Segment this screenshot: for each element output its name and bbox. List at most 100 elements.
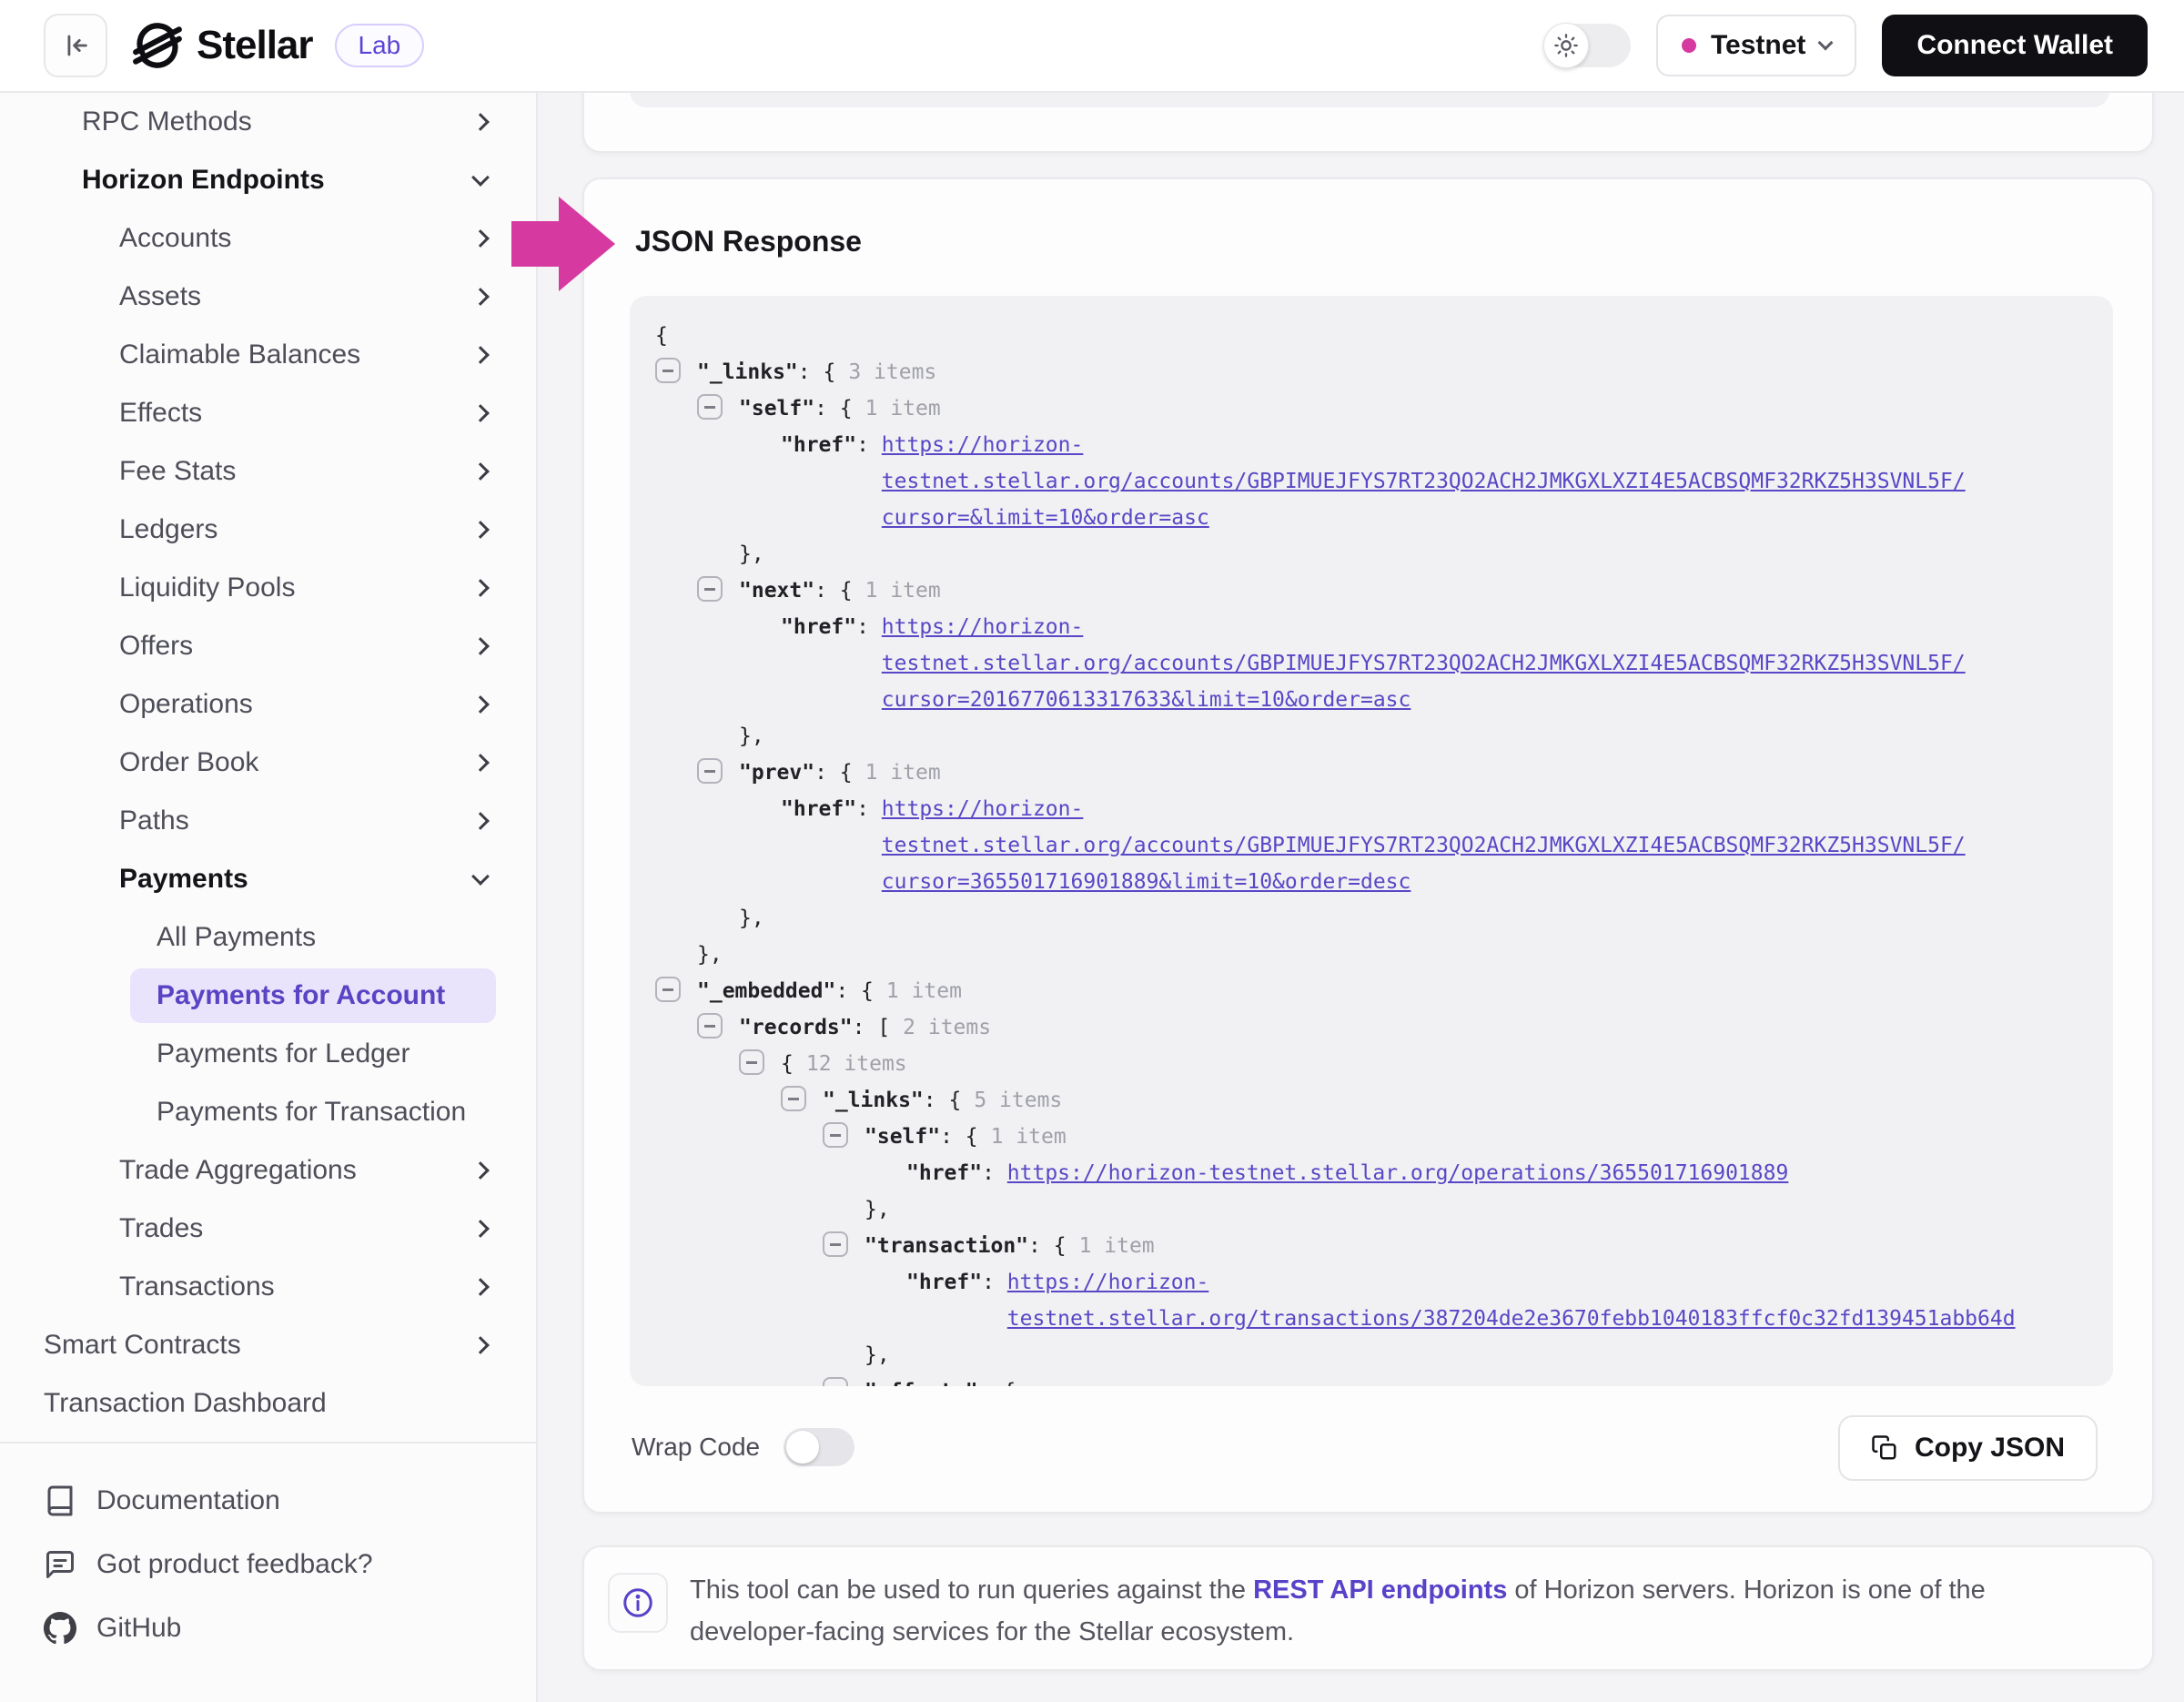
- sidebar-item-paths[interactable]: Paths: [0, 792, 536, 850]
- sidebar-item-trades[interactable]: Trades: [0, 1200, 536, 1258]
- sidebar-item-label: Transactions: [119, 1271, 275, 1302]
- sidebar-item-transaction-dashboard[interactable]: Transaction Dashboard: [0, 1374, 536, 1433]
- json-url-link[interactable]: https://horizon-: [882, 791, 1966, 827]
- collapse-node-icon[interactable]: [655, 358, 681, 383]
- copy-json-label: Copy JSON: [1915, 1433, 2065, 1464]
- chevron-down-icon: [1818, 35, 1834, 51]
- json-row: },: [655, 900, 2113, 937]
- collapse-node-icon[interactable]: [655, 977, 681, 1002]
- sidebar-item-assets[interactable]: Assets: [0, 268, 536, 326]
- collapse-node-icon[interactable]: [697, 394, 723, 420]
- copy-json-button[interactable]: Copy JSON: [1838, 1415, 2098, 1481]
- sidebar-item-trade-aggregations[interactable]: Trade Aggregations: [0, 1141, 536, 1200]
- json-url-link[interactable]: cursor=365501716901889&limit=10&order=de…: [882, 864, 1966, 900]
- brand-name: Stellar: [197, 23, 313, 68]
- json-url-link[interactable]: testnet.stellar.org/transactions/387204d…: [1007, 1301, 2016, 1337]
- theme-toggle[interactable]: [1543, 24, 1631, 67]
- sidebar-item-payments-for-ledger[interactable]: Payments for Ledger: [0, 1025, 536, 1083]
- json-row: "self": {1 item: [655, 1119, 2113, 1155]
- json-punctuation: {: [781, 1052, 794, 1076]
- sidebar-item-payments-for-account[interactable]: Payments for Account: [0, 967, 536, 1025]
- sidebar-item-all-payments[interactable]: All Payments: [0, 908, 536, 967]
- network-label: Testnet: [1711, 30, 1805, 61]
- json-url-link[interactable]: https://horizon-: [1007, 1264, 2016, 1301]
- sidebar-item-label: Smart Contracts: [44, 1330, 241, 1361]
- sidebar-item-liquidity-pools[interactable]: Liquidity Pools: [0, 559, 536, 617]
- network-selector[interactable]: Testnet: [1656, 15, 1856, 76]
- json-punctuation: : [: [853, 1016, 891, 1039]
- sidebar-item-offers[interactable]: Offers: [0, 617, 536, 675]
- json-url-link[interactable]: https://horizon-: [882, 427, 1966, 463]
- collapse-node-icon[interactable]: [823, 1231, 848, 1257]
- json-row: "href": https://horizon-testnet.stellar.…: [655, 427, 2113, 536]
- json-row: "href": https://horizon-testnet.stellar.…: [655, 1155, 2113, 1191]
- connect-wallet-button[interactable]: Connect Wallet: [1882, 15, 2148, 76]
- sidebar: RPC Methods Horizon Endpoints AccountsAsse…: [0, 93, 538, 1702]
- footer-link-got-product-feedback-[interactable]: Got product feedback?: [0, 1533, 536, 1596]
- footer-link-documentation[interactable]: Documentation: [0, 1469, 536, 1533]
- json-key: "href": [781, 609, 856, 718]
- stellar-logo[interactable]: Stellar: [131, 19, 313, 72]
- sidebar-item-order-book[interactable]: Order Book: [0, 734, 536, 792]
- json-punctuation: {: [655, 324, 668, 348]
- theme-toggle-knob: [1543, 23, 1589, 68]
- json-viewer[interactable]: {"_links": {3 items"self": {1 item"href"…: [630, 296, 2113, 1386]
- json-punctuation: },: [739, 542, 764, 566]
- json-row: "_links": {5 items: [655, 1082, 2113, 1119]
- sidebar-item-label: All Payments: [157, 922, 316, 953]
- sidebar-item-rpc-methods[interactable]: RPC Methods: [0, 93, 536, 151]
- json-key: "self": [739, 397, 814, 420]
- sidebar-item-label: Effects: [119, 398, 202, 429]
- collapse-node-icon[interactable]: [823, 1377, 848, 1386]
- chevron-right-icon: [471, 404, 490, 422]
- network-status-dot: [1682, 38, 1696, 53]
- json-punctuation: },: [697, 943, 723, 967]
- sidebar-item-smart-contracts[interactable]: Smart Contracts: [0, 1316, 536, 1374]
- sidebar-item-effects[interactable]: Effects: [0, 384, 536, 442]
- collapse-node-icon[interactable]: [823, 1122, 848, 1148]
- sidebar-collapse-button[interactable]: [44, 14, 107, 77]
- json-url-link[interactable]: testnet.stellar.org/accounts/GBPIMUEJFYS…: [882, 827, 1966, 864]
- json-items-count: 12 items: [806, 1052, 907, 1076]
- sidebar-item-ledgers[interactable]: Ledgers: [0, 501, 536, 559]
- sidebar-item-label: Payments: [119, 864, 248, 895]
- json-url-link[interactable]: cursor=&limit=10&order=asc: [882, 500, 1966, 536]
- app-header: Stellar Lab Testnet Connect Wallet: [0, 0, 2184, 93]
- json-url-link[interactable]: https://horizon-testnet.stellar.org/oper…: [1007, 1155, 1789, 1191]
- sidebar-item-fee-stats[interactable]: Fee Stats: [0, 442, 536, 501]
- collapse-node-icon[interactable]: [781, 1086, 806, 1111]
- sidebar-item-transactions[interactable]: Transactions: [0, 1258, 536, 1316]
- collapse-node-icon[interactable]: [697, 1013, 723, 1038]
- sidebar-item-label: Order Book: [119, 747, 258, 778]
- json-url-link[interactable]: https://horizon-: [882, 609, 1966, 645]
- json-url-link[interactable]: cursor=2016770613317633&limit=10&order=a…: [882, 682, 1966, 718]
- chevron-down-icon: [471, 867, 490, 886]
- sidebar-item-horizon-endpoints[interactable]: Horizon Endpoints: [0, 151, 536, 209]
- copy-icon: [1871, 1434, 1898, 1462]
- book-icon: [44, 1484, 76, 1517]
- wrap-code-toggle[interactable]: [784, 1428, 854, 1466]
- json-row: "next": {1 item: [655, 572, 2113, 609]
- sidebar-item-payments[interactable]: Payments: [0, 850, 536, 908]
- sidebar-item-payments-for-transaction[interactable]: Payments for Transaction: [0, 1083, 536, 1141]
- json-row: },: [655, 1337, 2113, 1373]
- sidebar-item-claimable-balances[interactable]: Claimable Balances: [0, 326, 536, 384]
- json-items-count: 1 item: [865, 579, 941, 603]
- sidebar-item-label: Horizon Endpoints: [82, 165, 325, 196]
- json-punctuation: : {: [978, 1380, 1016, 1386]
- json-url-link[interactable]: testnet.stellar.org/accounts/GBPIMUEJFYS…: [882, 645, 1966, 682]
- rest-api-endpoints-link[interactable]: REST API endpoints: [1253, 1575, 1507, 1605]
- sidebar-item-accounts[interactable]: Accounts: [0, 209, 536, 268]
- sidebar-item-operations[interactable]: Operations: [0, 675, 536, 734]
- sidebar-item-label: Trades: [119, 1213, 203, 1244]
- footer-link-github[interactable]: GitHub: [0, 1596, 536, 1660]
- json-row: },: [655, 937, 2113, 973]
- collapse-node-icon[interactable]: [697, 576, 723, 602]
- json-punctuation: },: [739, 724, 764, 748]
- chevron-down-icon: [471, 168, 490, 187]
- collapse-node-icon[interactable]: [739, 1049, 764, 1075]
- collapse-node-icon[interactable]: [697, 758, 723, 784]
- json-key: "href": [906, 1155, 982, 1191]
- json-url-link[interactable]: testnet.stellar.org/accounts/GBPIMUEJFYS…: [882, 463, 1966, 500]
- json-key: "next": [739, 579, 814, 603]
